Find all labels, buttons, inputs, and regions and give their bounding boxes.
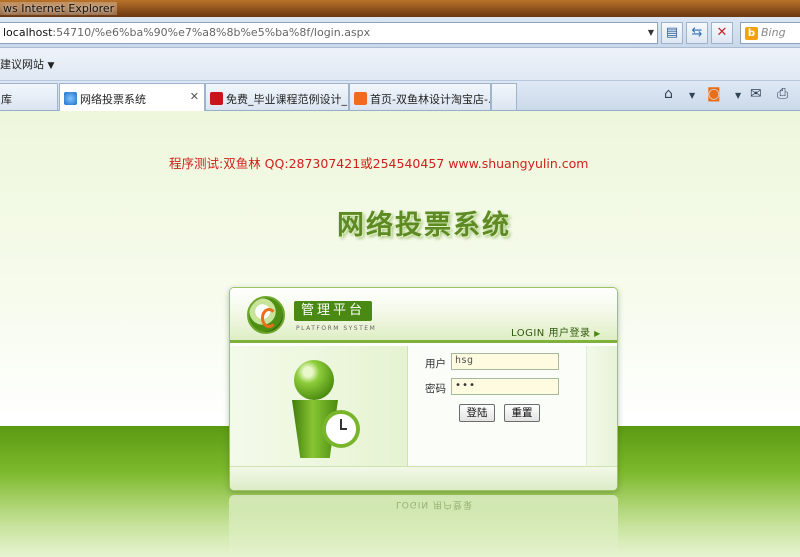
address-bar[interactable]: localhost:54710/%e6%ba%90%e7%a8%8b%e5%ba… (0, 22, 658, 44)
search-placeholder: Bing (761, 26, 786, 39)
login-body (230, 346, 617, 466)
tab-2[interactable]: 免费_毕业课程范例设计_... (205, 83, 349, 110)
compat-view-icon: ▤ (665, 25, 679, 40)
tab-3[interactable]: 首页-双鱼林设计淘宝店-... (349, 83, 491, 110)
taobao-icon (354, 92, 367, 105)
reset-button[interactable]: 重置 (504, 404, 540, 422)
feed-dropdown-icon[interactable]: ▼ (735, 91, 741, 100)
home-icon[interactable]: ⌂ (664, 86, 673, 102)
favorites-item-suggested-sites[interactable]: 建议网站 ▼ (0, 58, 54, 71)
reflection-text: LOGIN 用户登录 (396, 499, 473, 509)
arrow-right-icon: ▶ (594, 329, 601, 338)
search-input[interactable]: b Bing (740, 22, 800, 44)
login-label: LOGIN 用户登录 ▶ (511, 324, 601, 339)
window-titlebar: ws Internet Explorer (0, 0, 800, 17)
tab-label: 网络投票系统 (80, 93, 146, 106)
tab-active[interactable]: 网络投票系统 ✕ (59, 83, 205, 111)
page-content: 程序测试:双鱼林 QQ:287307421或254540457 www.shua… (0, 111, 800, 557)
refresh-icon: ⇆ (691, 25, 703, 40)
bing-icon: b (745, 27, 758, 40)
address-row: localhost:54710/%e6%ba%90%e7%a8%8b%e5%ba… (0, 17, 800, 48)
username-input[interactable]: hsg (451, 353, 559, 370)
rss-feed-icon[interactable]: ◙ (707, 86, 721, 102)
login-footer (230, 466, 617, 490)
red-site-icon (210, 92, 223, 105)
login-header: 管理平台 PLATFORM SYSTEM LOGIN 用户登录 ▶ (230, 288, 617, 343)
mail-icon[interactable]: ✉ (750, 86, 762, 102)
login-side-strip (586, 346, 617, 466)
login-illustration (230, 346, 408, 466)
address-dropdown-icon[interactable]: ▼ (648, 28, 654, 37)
password-input[interactable]: ••• (451, 378, 559, 395)
print-icon[interactable]: ⎙ (777, 86, 788, 102)
close-tab-icon[interactable]: ✕ (190, 90, 199, 103)
stop-icon: ✕ (716, 25, 728, 40)
login-label-text: LOGIN 用户登录 (511, 328, 591, 339)
login-button[interactable]: 登陆 (459, 404, 495, 422)
platform-title: 管理平台 (294, 301, 373, 321)
compat-view-button[interactable]: ▤ (661, 22, 683, 44)
username-label: 用户 (425, 358, 446, 370)
ie-page-icon (64, 92, 77, 105)
tab-label: 库 (1, 93, 12, 106)
tab-0[interactable]: 库 (0, 83, 58, 110)
clock-icon (322, 410, 360, 448)
home-dropdown-icon[interactable]: ▼ (689, 91, 695, 100)
refresh-button[interactable]: ⇆ (686, 22, 708, 44)
chevron-down-icon: ▼ (47, 61, 55, 71)
address-path: :54710/%e6%ba%90%e7%a8%8b%e5%ba%8f/login… (52, 26, 371, 39)
address-host: localhost (3, 26, 53, 39)
tab-strip: 库 网络投票系统 ✕ 免费_毕业课程范例设计_... 首页-双鱼林设计淘宝店-.… (0, 81, 800, 111)
password-label: 密码 (425, 383, 446, 395)
platform-subtitle: PLATFORM SYSTEM (296, 325, 377, 332)
new-tab-button[interactable] (491, 83, 517, 110)
page-title: 网络投票系统 (337, 210, 511, 241)
tab-label: 首页-双鱼林设计淘宝店-... (370, 93, 491, 106)
platform-logo-icon (247, 296, 285, 334)
window-title: ws Internet Explorer (0, 2, 118, 15)
user-figure-head (294, 360, 334, 400)
tab-label: 免费_毕业课程范例设计_... (226, 93, 349, 106)
test-notice: 程序测试:双鱼林 QQ:287307421或254540457 www.shua… (169, 156, 589, 171)
stop-button[interactable]: ✕ (711, 22, 733, 44)
favorites-item-label: 建议网站 (0, 58, 44, 71)
login-panel: 管理平台 PLATFORM SYSTEM LOGIN 用户登录 ▶ 用户 hsg… (229, 287, 618, 491)
favorites-bar: 建议网站 ▼ (0, 48, 800, 81)
